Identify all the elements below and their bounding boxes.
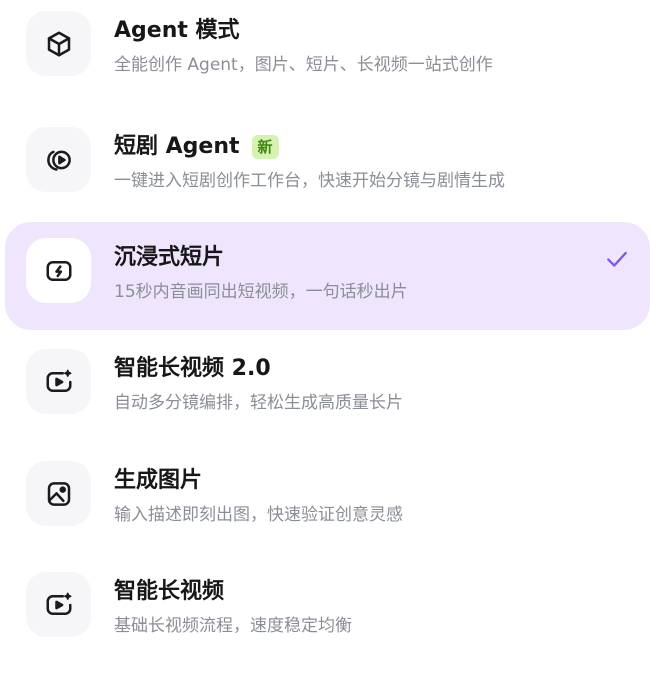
menu-item-smart-long-video[interactable]: 智能长视频 基础长视频流程，速度稳定均衡 xyxy=(5,556,650,664)
menu-item-title: 智能长视频 xyxy=(114,579,225,604)
checkmark-icon xyxy=(604,246,630,272)
menu-item-title: 生成图片 xyxy=(114,468,203,493)
sparkle-video-icon xyxy=(26,572,91,637)
sparkle-video-icon xyxy=(26,349,91,414)
drama-play-icon xyxy=(26,127,91,192)
menu-item-immersive-short[interactable]: 沉浸式短片 15秒内音画同出短视频，一句话秒出片 xyxy=(5,222,650,330)
image-icon xyxy=(26,461,91,526)
lightning-screen-icon xyxy=(26,238,91,303)
menu-item-title: 智能长视频 2.0 xyxy=(114,356,271,381)
menu-item-description: 输入描述即刻出图，快速验证创意灵感 xyxy=(114,505,403,525)
menu-item-smart-long-video-2[interactable]: 智能长视频 2.0 自动多分镜编排，轻松生成高质量长片 xyxy=(5,333,650,441)
menu-item-description: 一键进入短剧创作工作台，快速开始分镜与剧情生成 xyxy=(114,171,505,191)
cube-icon xyxy=(26,11,91,76)
menu-item-description: 自动多分镜编排，轻松生成高质量长片 xyxy=(114,393,403,413)
menu-item-agent-mode[interactable]: Agent 模式 全能创作 Agent，图片、短片、长视频一站式创作 xyxy=(5,0,650,103)
menu-item-generate-image[interactable]: 生成图片 输入描述即刻出图，快速验证创意灵感 xyxy=(5,445,650,553)
menu-item-title: 短剧 Agent xyxy=(114,134,240,159)
menu-item-drama-agent[interactable]: 短剧 Agent 新 一键进入短剧创作工作台，快速开始分镜与剧情生成 xyxy=(5,111,650,219)
mode-menu: Agent 模式 全能创作 Agent，图片、短片、长视频一站式创作 短剧 Ag… xyxy=(0,0,650,675)
menu-item-title: Agent 模式 xyxy=(114,18,240,43)
menu-item-description: 15秒内音画同出短视频，一句话秒出片 xyxy=(114,282,408,302)
menu-item-description: 全能创作 Agent，图片、短片、长视频一站式创作 xyxy=(114,55,493,75)
menu-item-description: 基础长视频流程，速度稳定均衡 xyxy=(114,616,352,636)
menu-item-title: 沉浸式短片 xyxy=(114,245,225,270)
new-badge: 新 xyxy=(251,135,279,159)
